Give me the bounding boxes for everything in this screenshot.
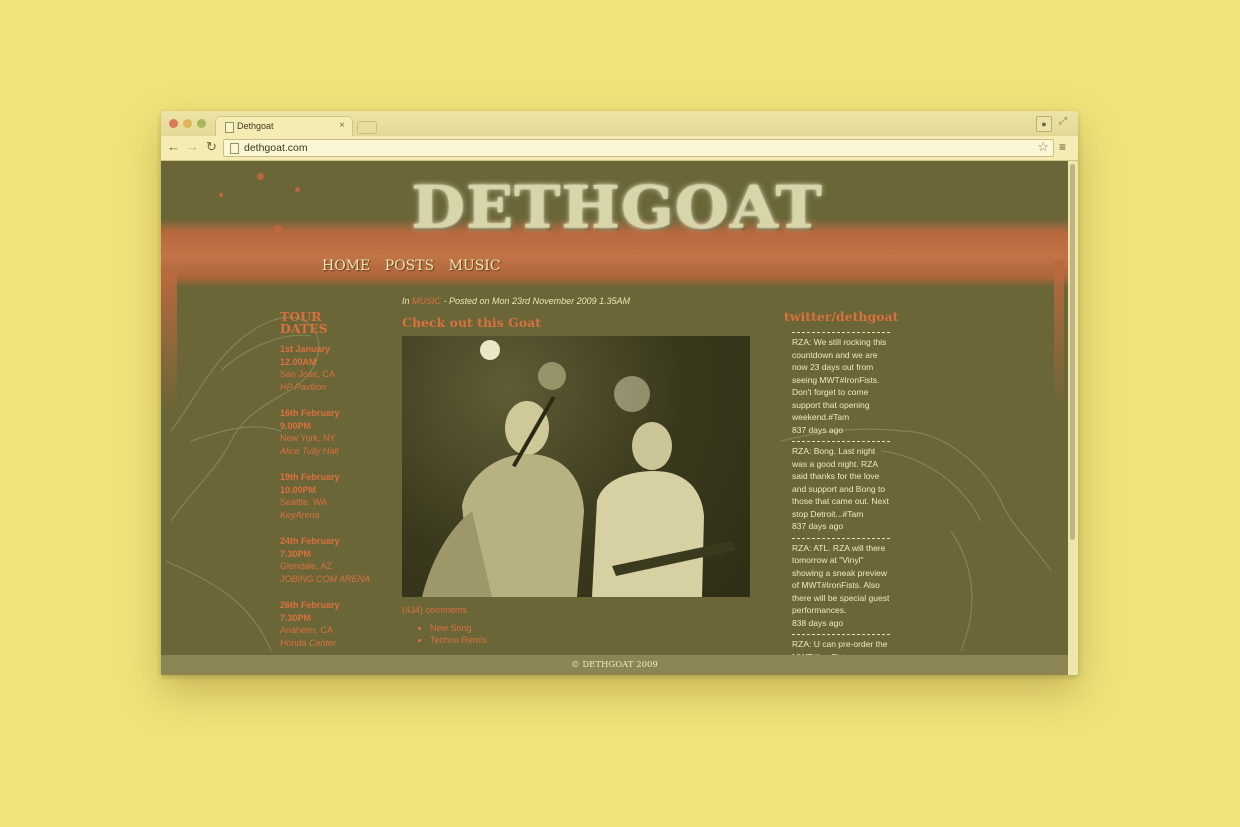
show-time: 9.00PM (280, 420, 312, 431)
vertical-scrollbar[interactable] (1068, 161, 1078, 675)
show-venue-link[interactable]: KeyArena (280, 509, 385, 522)
paint-spot (219, 193, 223, 197)
paint-spot (273, 225, 282, 234)
band-photo-illustration (422, 340, 736, 597)
song-list: New Song Techno Remix (402, 623, 762, 645)
tour-show: 1st January 12.00AM San Jose, CA HP Pavi… (280, 343, 385, 393)
show-date: 24th February (280, 536, 340, 546)
show-city: Glendale, AZ (280, 561, 333, 571)
zoom-window-button[interactable] (197, 119, 206, 128)
tab-strip: Dethgoat × ● ⤢ (161, 111, 1078, 137)
show-time: 12.00AM (280, 356, 317, 367)
minimize-window-button[interactable] (183, 119, 192, 128)
site-logo[interactable]: DETHGOAT (411, 174, 823, 242)
tab-title: Dethgoat (237, 121, 274, 131)
twitter-feed: twitter/dethgoat RZA: We still rocking t… (784, 309, 898, 668)
show-venue-link[interactable]: JOBING.COM ARENA (280, 573, 385, 586)
nav-music[interactable]: MUSIC (449, 258, 501, 274)
nav-posts[interactable]: POSTS (385, 258, 434, 274)
page-icon (230, 143, 239, 154)
tweet-time[interactable]: 838 days ago (792, 617, 890, 630)
meta-prefix: In (402, 296, 413, 306)
tweet-time[interactable]: 837 days ago (792, 424, 890, 437)
back-button[interactable]: ← (167, 140, 180, 154)
bookmark-star-icon[interactable]: ☆ (1037, 139, 1049, 155)
tweet-text: RZA: We still rocking this countdown and… (792, 337, 887, 422)
show-date: 19th February (280, 472, 340, 482)
tour-dates-heading: TOUR DATES (280, 310, 385, 336)
show-city: Anaheim, CA (280, 625, 334, 635)
fullscreen-icon[interactable]: ⤢ (1059, 116, 1067, 127)
url-text[interactable]: dethgoat.com (244, 142, 308, 154)
site-footer: © DETHGOAT 2009 (161, 655, 1068, 675)
new-tab-button[interactable] (357, 121, 377, 134)
tour-show: 19th February 10.00PM Seattle, WA KeyAre… (280, 471, 385, 521)
nav-home[interactable]: HOME (322, 258, 370, 274)
song-link[interactable]: Techno Remix (430, 635, 762, 645)
scrollbar-thumb[interactable] (1070, 164, 1075, 540)
page-icon (225, 122, 234, 133)
tweet-text: RZA: Bong. Last night was a good night. … (792, 446, 889, 519)
page-viewport: DETHGOAT HOME POSTS MUSIC TOUR DATES 1st… (161, 161, 1068, 675)
reload-button[interactable]: ↻ (206, 140, 217, 154)
meta-posted: - Posted on Mon 23rd November 2009 1.35A… (441, 296, 631, 306)
tweet: RZA: Bong. Last night was a good night. … (792, 441, 890, 533)
profile-icon[interactable]: ● (1036, 116, 1052, 132)
tweet-time[interactable]: 837 days ago (792, 520, 890, 533)
address-bar[interactable]: dethgoat.com ☆ (223, 139, 1054, 157)
browser-toolbar: ← → ↻ dethgoat.com ☆ ≡ (161, 136, 1078, 161)
show-venue-link[interactable]: HP Pavilion (280, 381, 385, 394)
post-title[interactable]: Check out this Goat (402, 315, 762, 330)
browser-window: Dethgoat × ● ⤢ ← → ↻ dethgoat.com ☆ ≡ DE… (161, 111, 1078, 675)
paint-spot (257, 173, 264, 180)
show-city: Seattle, WA (280, 497, 328, 507)
post-meta: In MUSIC - Posted on Mon 23rd November 2… (402, 296, 762, 306)
song-link[interactable]: New Song (430, 623, 762, 633)
tour-heading-line: DATES (280, 321, 328, 336)
show-city: San Jose, CA (280, 369, 336, 379)
show-date: 26th February (280, 600, 340, 610)
show-time: 7.30PM (280, 612, 312, 623)
comments-link[interactable]: (434) comments (402, 605, 762, 615)
blog-post: In MUSIC - Posted on Mon 23rd November 2… (402, 296, 762, 647)
show-time: 7.30PM (280, 548, 312, 559)
tour-show: 16th February 9.00PM New York, NY Alice … (280, 407, 385, 457)
category-link[interactable]: MUSIC (412, 296, 441, 306)
tweet: RZA: We still rocking this countdown and… (792, 332, 890, 436)
twitter-heading[interactable]: twitter/dethgoat (784, 309, 898, 324)
tweet: RZA: ATL. RZA will there tomorrow at "Vi… (792, 537, 890, 630)
band-photo (402, 336, 750, 597)
tab-close-icon[interactable]: × (339, 120, 345, 131)
paint-spot (295, 187, 300, 192)
main-navigation: HOME POSTS MUSIC (322, 257, 511, 275)
show-venue-link[interactable]: Honda Center (280, 637, 385, 650)
show-time: 10.00PM (280, 484, 317, 495)
menu-icon[interactable]: ≡ (1059, 140, 1066, 154)
tour-show: 26th February 7.30PM Anaheim, CA Honda C… (280, 599, 385, 649)
tab-dethgoat[interactable]: Dethgoat × (215, 116, 353, 137)
forward-button[interactable]: → (186, 140, 199, 154)
show-date: 1st January (280, 344, 331, 354)
show-date: 16th February (280, 408, 340, 418)
tweet-text: RZA: ATL. RZA will there tomorrow at "Vi… (792, 542, 890, 616)
close-window-button[interactable] (169, 119, 178, 128)
show-venue-link[interactable]: Alice Tully Hall (280, 445, 385, 458)
tour-show: 24th February 7.30PM Glendale, AZ JOBING… (280, 535, 385, 585)
tour-dates-sidebar: TOUR DATES 1st January 12.00AM San Jose,… (280, 310, 385, 663)
show-city: New York, NY (280, 433, 336, 443)
